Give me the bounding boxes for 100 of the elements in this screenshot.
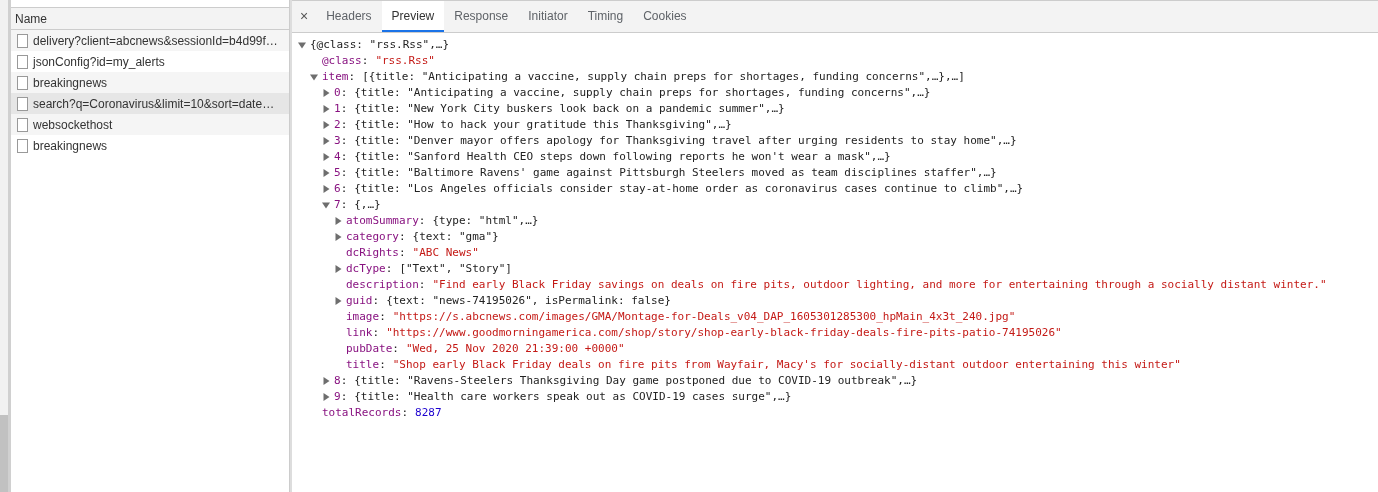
property-value: ["Text", "Story"] — [399, 260, 512, 277]
key-colon: : — [418, 212, 427, 229]
file-icon — [17, 138, 28, 153]
property-key: 1 — [334, 100, 341, 118]
key-colon: : — [401, 404, 410, 421]
property-key: dcRights — [346, 244, 399, 262]
property-key: 9 — [334, 388, 341, 406]
collapsed-triangle-icon[interactable] — [322, 153, 330, 161]
property-value: 8287 — [415, 404, 442, 421]
key-colon: : — [340, 180, 349, 197]
scrollbar-thumb[interactable] — [0, 415, 8, 492]
file-icon — [17, 75, 28, 90]
key-colon: : — [340, 148, 349, 165]
tab[interactable]: Timing — [577, 1, 634, 32]
key-colon: : — [385, 260, 394, 277]
file-icon — [17, 33, 28, 48]
key-colon: : — [372, 324, 381, 341]
property-key: atomSummary — [346, 212, 419, 230]
key-colon: : — [340, 388, 349, 405]
request-name: breakingnews — [33, 137, 108, 155]
request-row[interactable]: delivery?client=abcnews&sessionId=b4d99f… — [11, 30, 289, 51]
key-colon: : — [340, 196, 349, 213]
expanded-triangle-icon[interactable] — [310, 73, 318, 81]
name-column-header[interactable]: Name — [11, 8, 289, 30]
expanded-triangle-icon[interactable] — [298, 41, 306, 49]
collapsed-triangle-icon[interactable] — [334, 233, 342, 241]
property-value: "Wed, 25 Nov 2020 21:39:00 +0000" — [406, 340, 625, 357]
key-colon: : — [372, 292, 381, 309]
property-value: {,…} — [354, 196, 381, 213]
tab[interactable]: Preview — [381, 1, 445, 32]
property-value: "https://www.goodmorningamerica.com/shop/story/shop-early-black-friday-deals-fire-pits-patio-74195026" — [386, 324, 1062, 341]
collapsed-triangle-icon[interactable] — [334, 265, 342, 273]
property-key: image — [346, 308, 380, 326]
property-key: description — [346, 276, 419, 294]
property-value: "https://s.abcnews.com/images/GMA/Montage-for-Deals_v04_DAP_1605301285300_hpMain_4x3t_240.jpg" — [392, 308, 1016, 325]
property-value: {text: "news-74195026", isPermalink: false} — [386, 292, 671, 309]
collapsed-triangle-icon[interactable] — [322, 185, 330, 193]
property-key: 6 — [334, 180, 341, 198]
property-key: category — [346, 228, 399, 246]
property-value: "Find early Black Friday savings on deals on fire pits, outdoor lighting, and more for entertaining through a socially distant winter." — [432, 276, 1327, 293]
collapsed-triangle-icon[interactable] — [334, 297, 342, 305]
request-name: jsonConfig?id=my_alerts — [33, 53, 165, 71]
property-key: totalRecords — [322, 404, 402, 422]
request-name: websockethost — [33, 116, 113, 134]
property-value: {title: "Ravens-Steelers Thanksgiving Day game postponed due to COVID-19 outbreak",…} — [354, 372, 918, 389]
tab[interactable]: Cookies — [633, 1, 697, 32]
file-icon — [17, 96, 28, 111]
key-colon: : — [340, 132, 349, 149]
request-name: delivery?client=abcnews&sessionId=b4d99f… — [33, 32, 278, 50]
key-colon: : — [418, 276, 427, 293]
key-colon: : — [340, 164, 349, 181]
property-key: 4 — [334, 148, 341, 166]
key-colon: : — [379, 356, 387, 373]
property-key: 0 — [334, 84, 341, 102]
collapsed-triangle-icon[interactable] — [322, 105, 330, 113]
property-key: pubDate — [346, 340, 393, 358]
expanded-triangle-icon[interactable] — [322, 201, 330, 209]
key-colon: : — [348, 68, 357, 85]
key-colon: : — [361, 52, 370, 69]
collapsed-triangle-icon[interactable] — [322, 169, 330, 177]
tab[interactable]: Response — [444, 1, 519, 32]
key-colon: : — [399, 228, 407, 245]
key-colon: : — [340, 116, 349, 133]
property-value: {title: "How to hack your gratitude this Thanksgiving",…} — [354, 116, 732, 133]
key-colon: : — [379, 308, 387, 325]
tab[interactable]: Headers — [316, 1, 382, 32]
key-colon: : — [340, 84, 349, 101]
property-key: 8 — [334, 372, 341, 390]
property-value: "Shop early Black Friday deals on fire pits from Wayfair, Macy's for socially-distant outdoor entertaining this winter" — [392, 356, 1181, 373]
collapsed-triangle-icon[interactable] — [334, 217, 342, 225]
request-name: breakingnews — [33, 74, 108, 92]
key-colon: : — [340, 372, 349, 389]
collapsed-triangle-icon[interactable] — [322, 393, 330, 401]
request-row[interactable]: websockethost — [11, 114, 289, 135]
property-value: {title: "Sanford Health CEO steps down following reports he won't wear a mask",…} — [354, 148, 891, 165]
collapsed-triangle-icon[interactable] — [322, 89, 330, 97]
request-row[interactable]: breakingnews — [11, 72, 289, 93]
collapsed-triangle-icon[interactable] — [322, 121, 330, 129]
key-colon: : — [392, 340, 400, 357]
property-key: @class — [322, 52, 362, 70]
property-key: dcType — [346, 260, 386, 278]
request-row[interactable]: search?q=Coronavirus&limit=10&sort=date… — [11, 93, 289, 114]
property-value: "rss.Rss" — [375, 52, 435, 69]
file-icon — [17, 117, 28, 132]
close-button[interactable]: × — [292, 1, 317, 32]
collapsed-triangle-icon[interactable] — [322, 137, 330, 145]
property-value: "ABC News" — [412, 244, 479, 261]
file-icon — [17, 54, 28, 69]
property-key: guid — [346, 292, 373, 310]
property-key: 7 — [334, 196, 341, 214]
tab[interactable]: Initiator — [518, 1, 578, 32]
property-value: {@class: "rss.Rss",…} — [310, 36, 450, 53]
property-key: title — [346, 356, 380, 374]
property-key: item — [322, 68, 349, 86]
property-value: {title: "Baltimore Ravens' game against Pittsburgh Steelers moved as team disciplines staffer",…} — [354, 164, 997, 181]
property-value: {title: "Los Angeles officials consider stay-at-home order as coronavirus cases continue to climb",…} — [354, 180, 1024, 197]
collapsed-triangle-icon[interactable] — [322, 377, 330, 385]
property-key: 3 — [334, 132, 341, 150]
property-value: {title: "Health care workers speak out as COVID-19 cases surge",…} — [354, 388, 792, 405]
request-name: search?q=Coronavirus&limit=10&sort=date… — [33, 95, 275, 113]
